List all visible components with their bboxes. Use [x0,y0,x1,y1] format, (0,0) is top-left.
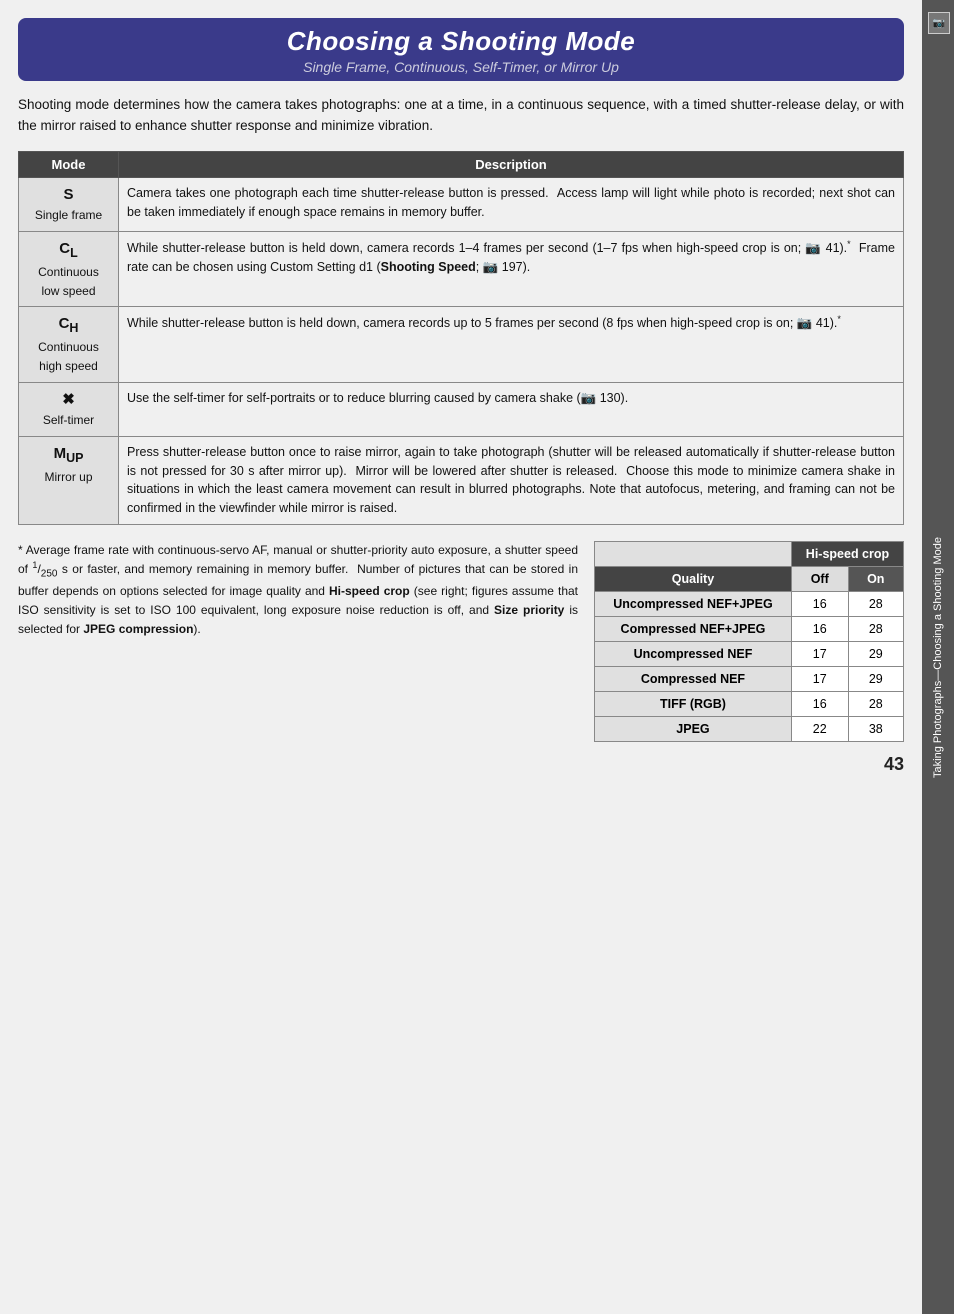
crop-table-row: TIFF (RGB) 16 28 [595,691,904,716]
page-subtitle: Single Frame, Continuous, Self-Timer, or… [34,59,888,75]
table-row: CL Continuouslow speed While shutter-rel… [19,232,904,307]
desc-cell-ch: While shutter-release button is held dow… [119,307,904,382]
crop-on-val: 29 [848,666,903,691]
crop-table-row: Uncompressed NEF 17 29 [595,641,904,666]
crop-table-row: Compressed NEF 17 29 [595,666,904,691]
quality-label: Quality [595,566,792,591]
page-number: 43 [18,754,904,775]
crop-table-row: Uncompressed NEF+JPEG 16 28 [595,591,904,616]
header-box: Choosing a Shooting Mode Single Frame, C… [18,18,904,81]
mode-symbol-single: S [27,184,110,207]
mode-cell-cl: CL Continuouslow speed [19,232,119,307]
asterisk: * [18,543,26,557]
mode-cell-mirrorup: MUP Mirror up [19,436,119,524]
crop-row-label: Compressed NEF [595,666,792,691]
desc-cell-single: Camera takes one photograph each time sh… [119,177,904,231]
desc-cell-selftimer: Use the self-timer for self-portraits or… [119,382,904,436]
crop-off-val: 17 [791,641,848,666]
mode-cell-ch: CH Continuoushigh speed [19,307,119,382]
bold-jpeg: JPEG compression [83,622,193,636]
col-description: Description [119,151,904,177]
mode-symbol-cl: CL [27,238,110,263]
crop-row-label: Compressed NEF+JPEG [595,616,792,641]
mode-cell-single: S Single frame [19,177,119,231]
footnote-text: * Average frame rate with continuous-ser… [18,541,578,742]
table-row: S Single frame Camera takes one photogra… [19,177,904,231]
crop-row-label: Uncompressed NEF+JPEG [595,591,792,616]
intro-text: Shooting mode determines how the camera … [18,95,904,137]
page-title: Choosing a Shooting Mode [34,26,888,57]
bold-hispeed: Hi-speed crop [329,584,410,598]
crop-off-val: 16 [791,616,848,641]
crop-off-val: 16 [791,591,848,616]
crop-on-val: 38 [848,716,903,741]
side-tab: 📷 Taking Photographs—Choosing a Shooting… [922,0,954,1314]
crop-on-val: 28 [848,691,903,716]
shooting-table: Mode Description S Single frame Camera t… [18,151,904,525]
mode-symbol-ch: CH [27,313,110,338]
crop-row-label: TIFF (RGB) [595,691,792,716]
col-mode: Mode [19,151,119,177]
table-row: CH Continuoushigh speed While shutter-re… [19,307,904,382]
mode-name-cl: Continuouslow speed [38,265,99,298]
crop-table-row: Compressed NEF+JPEG 16 28 [595,616,904,641]
crop-off-val: 16 [791,691,848,716]
crop-on-val: 28 [848,591,903,616]
table-row: ✖ Self-timer Use the self-timer for self… [19,382,904,436]
crop-empty-cell [595,541,792,566]
bottom-section: * Average frame rate with continuous-ser… [18,541,904,742]
crop-off-val: 17 [791,666,848,691]
crop-table-row: JPEG 22 38 [595,716,904,741]
table-row: MUP Mirror up Press shutter-release butt… [19,436,904,524]
crop-row-label: Uncompressed NEF [595,641,792,666]
crop-top-header: Hi-speed crop [791,541,903,566]
on-label: On [848,566,903,591]
off-label: Off [791,566,848,591]
mode-cell-selftimer: ✖ Self-timer [19,382,119,436]
crop-on-val: 29 [848,641,903,666]
mode-symbol-selftimer: ✖ [27,389,110,412]
mode-name-selftimer: Self-timer [43,413,94,427]
mode-name-mirrorup: Mirror up [44,470,92,484]
crop-table: Hi-speed crop Quality Off On Uncompresse… [594,541,904,742]
crop-table-wrapper: Hi-speed crop Quality Off On Uncompresse… [594,541,904,742]
crop-off-val: 22 [791,716,848,741]
mode-name-ch: Continuoushigh speed [38,340,99,373]
side-tab-label: Taking Photographs—Choosing a Shooting M… [931,537,945,778]
crop-on-val: 28 [848,616,903,641]
main-content: Choosing a Shooting Mode Single Frame, C… [0,0,922,1314]
bold-sizepriority: Size priority [494,603,564,617]
desc-cell-mirrorup: Press shutter-release button once to rai… [119,436,904,524]
mode-name-single: Single frame [35,208,102,222]
mode-symbol-mirrorup: MUP [27,443,110,468]
desc-cell-cl: While shutter-release button is held dow… [119,232,904,307]
crop-row-label: JPEG [595,716,792,741]
camera-icon: 📷 [928,12,950,34]
